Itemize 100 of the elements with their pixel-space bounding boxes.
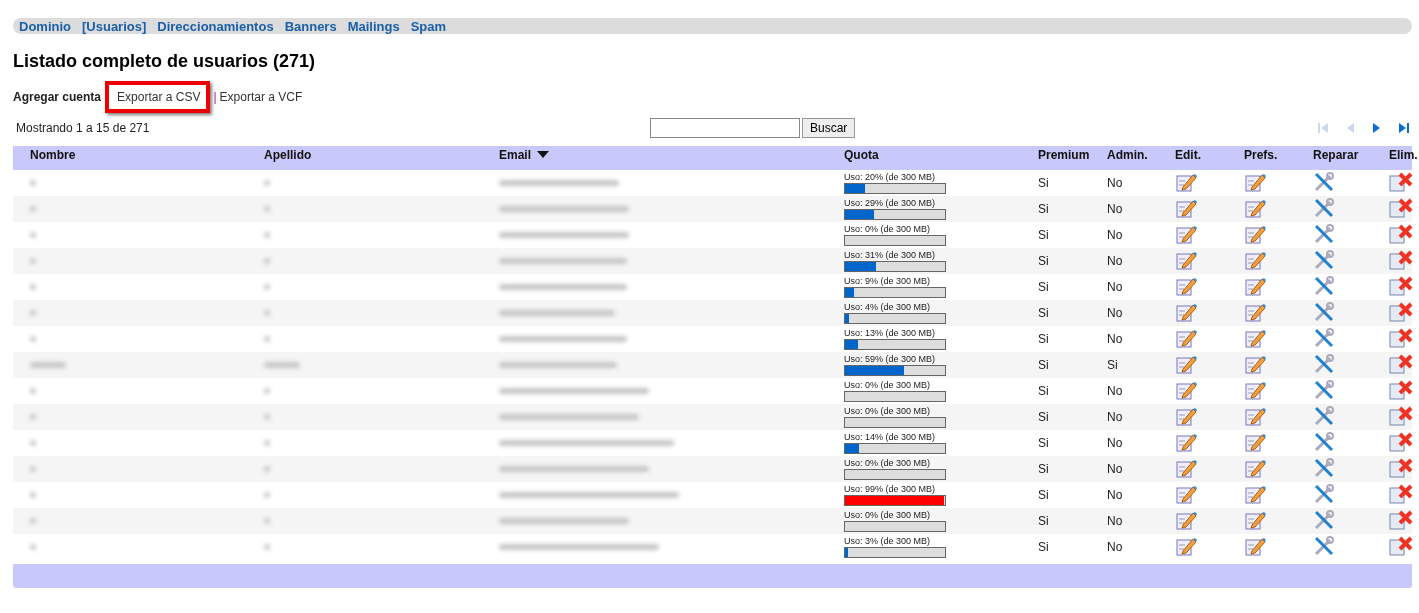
quota-label: Uso: 0% (de 300 MB) <box>844 224 932 234</box>
quota-label: Uso: 20% (de 300 MB) <box>844 172 937 182</box>
delete-icon[interactable] <box>1389 222 1413 245</box>
delete-icon[interactable] <box>1389 378 1413 401</box>
redacted-text <box>264 518 270 524</box>
redacted-text <box>30 206 36 212</box>
redacted-text <box>264 466 270 472</box>
tools-icon[interactable] <box>1313 326 1335 349</box>
redacted-text <box>264 258 270 264</box>
redacted-text <box>264 388 270 394</box>
delete-icon[interactable] <box>1389 456 1413 479</box>
export-csv-link[interactable]: Exportar a CSV <box>117 90 201 104</box>
delete-icon[interactable] <box>1389 534 1413 557</box>
column-header[interactable]: Elim. <box>1389 148 1418 162</box>
table-cell-text: Si <box>1038 332 1050 346</box>
column-header[interactable]: Email <box>499 148 531 162</box>
tools-icon[interactable] <box>1313 274 1335 297</box>
column-header[interactable]: Edit. <box>1175 148 1201 162</box>
redacted-text <box>30 284 36 290</box>
table-cell-text: No <box>1107 202 1124 216</box>
tools-icon[interactable] <box>1313 482 1335 505</box>
tools-icon[interactable] <box>1313 196 1335 219</box>
quota-label: Uso: 0% (de 300 MB) <box>844 380 932 390</box>
table-cell-text: Si <box>1038 202 1050 216</box>
column-header[interactable]: Nombre <box>30 148 76 162</box>
tools-icon[interactable] <box>1313 508 1335 531</box>
delete-icon[interactable] <box>1389 196 1413 219</box>
search-button[interactable]: Buscar <box>802 118 856 138</box>
redacted-text <box>264 310 270 316</box>
nav-link[interactable]: Dominio <box>19 18 71 34</box>
delete-icon[interactable] <box>1389 170 1413 193</box>
delete-icon[interactable] <box>1389 430 1413 453</box>
table-cell-text: No <box>1107 462 1124 476</box>
table-cell-text: No <box>1107 280 1124 294</box>
tools-icon[interactable] <box>1313 456 1335 479</box>
column-header[interactable]: Quota <box>844 148 879 162</box>
tools-icon[interactable] <box>1313 404 1335 427</box>
quota-label: Uso: 3% (de 300 MB) <box>844 536 932 546</box>
add-account-link[interactable]: Agregar cuenta <box>13 90 102 104</box>
table-cell-text: Si <box>1038 306 1050 320</box>
table-cell-text: No <box>1107 228 1124 242</box>
redacted-text <box>30 310 36 316</box>
quota-label: Uso: 14% (de 300 MB) <box>844 432 937 442</box>
table-cell-text: No <box>1107 488 1124 502</box>
table-cell-text: No <box>1107 384 1124 398</box>
redacted-text <box>30 518 36 524</box>
nav-link[interactable]: Spam <box>410 18 447 34</box>
redacted-text <box>264 336 270 342</box>
table-cell-text: No <box>1107 332 1124 346</box>
delete-icon[interactable] <box>1389 248 1413 271</box>
nav-link[interactable]: Mailings <box>347 18 400 34</box>
nav-link[interactable]: [Usuarios] <box>82 18 147 34</box>
nav-link[interactable]: Banners <box>284 18 337 34</box>
search-field[interactable] <box>650 118 800 138</box>
quota-label: Uso: 31% (de 300 MB) <box>844 250 937 260</box>
tools-icon[interactable] <box>1313 300 1335 323</box>
redacted-text <box>30 180 36 186</box>
redacted-text <box>264 362 300 368</box>
redacted-text <box>264 492 270 498</box>
redacted-text <box>30 362 66 368</box>
tools-icon[interactable] <box>1313 352 1335 375</box>
page-title: Listado completo de usuarios (271) <box>13 51 317 72</box>
redacted-text <box>30 544 36 550</box>
redacted-text <box>264 232 270 238</box>
separator: | <box>213 90 217 104</box>
redacted-text <box>30 336 36 342</box>
redacted-text <box>264 544 270 550</box>
redacted-text <box>264 414 270 420</box>
delete-icon[interactable] <box>1389 326 1413 349</box>
last-page-icon[interactable] <box>1398 122 1410 134</box>
redacted-text <box>30 232 36 238</box>
tools-icon[interactable] <box>1313 170 1335 193</box>
column-header[interactable]: Reparar <box>1313 148 1359 162</box>
tools-icon[interactable] <box>1313 378 1335 401</box>
delete-icon[interactable] <box>1389 300 1413 323</box>
quota-label: Uso: 99% (de 300 MB) <box>844 484 937 494</box>
delete-icon[interactable] <box>1389 482 1413 505</box>
column-header[interactable]: Prefs. <box>1244 148 1278 162</box>
nav-link[interactable]: Direccionamientos <box>157 18 274 34</box>
delete-icon[interactable] <box>1389 508 1413 531</box>
delete-icon[interactable] <box>1389 274 1413 297</box>
redacted-text <box>30 492 36 498</box>
tools-icon[interactable] <box>1313 248 1335 271</box>
quota-label: Uso: 0% (de 300 MB) <box>844 406 932 416</box>
column-header[interactable]: Admin. <box>1107 148 1148 162</box>
column-header[interactable]: Apellido <box>264 148 312 162</box>
column-header[interactable]: Premium <box>1038 148 1090 162</box>
delete-icon[interactable] <box>1389 352 1413 375</box>
table-cell-text: Si <box>1038 540 1050 554</box>
tools-icon[interactable] <box>1313 222 1335 245</box>
table-cell-text: Si <box>1038 514 1050 528</box>
tools-icon[interactable] <box>1313 534 1335 557</box>
tools-icon[interactable] <box>1313 430 1335 453</box>
results-count: Mostrando 1 a 15 de 271 <box>15 121 151 135</box>
export-vcf-link[interactable]: Exportar a VCF <box>219 90 303 104</box>
delete-icon[interactable] <box>1389 404 1413 427</box>
table-cell-text: No <box>1107 540 1124 554</box>
table-cell-text: Si <box>1038 228 1050 242</box>
quota-label: Uso: 9% (de 300 MB) <box>844 276 932 286</box>
quota-label: Uso: 0% (de 300 MB) <box>844 510 932 520</box>
